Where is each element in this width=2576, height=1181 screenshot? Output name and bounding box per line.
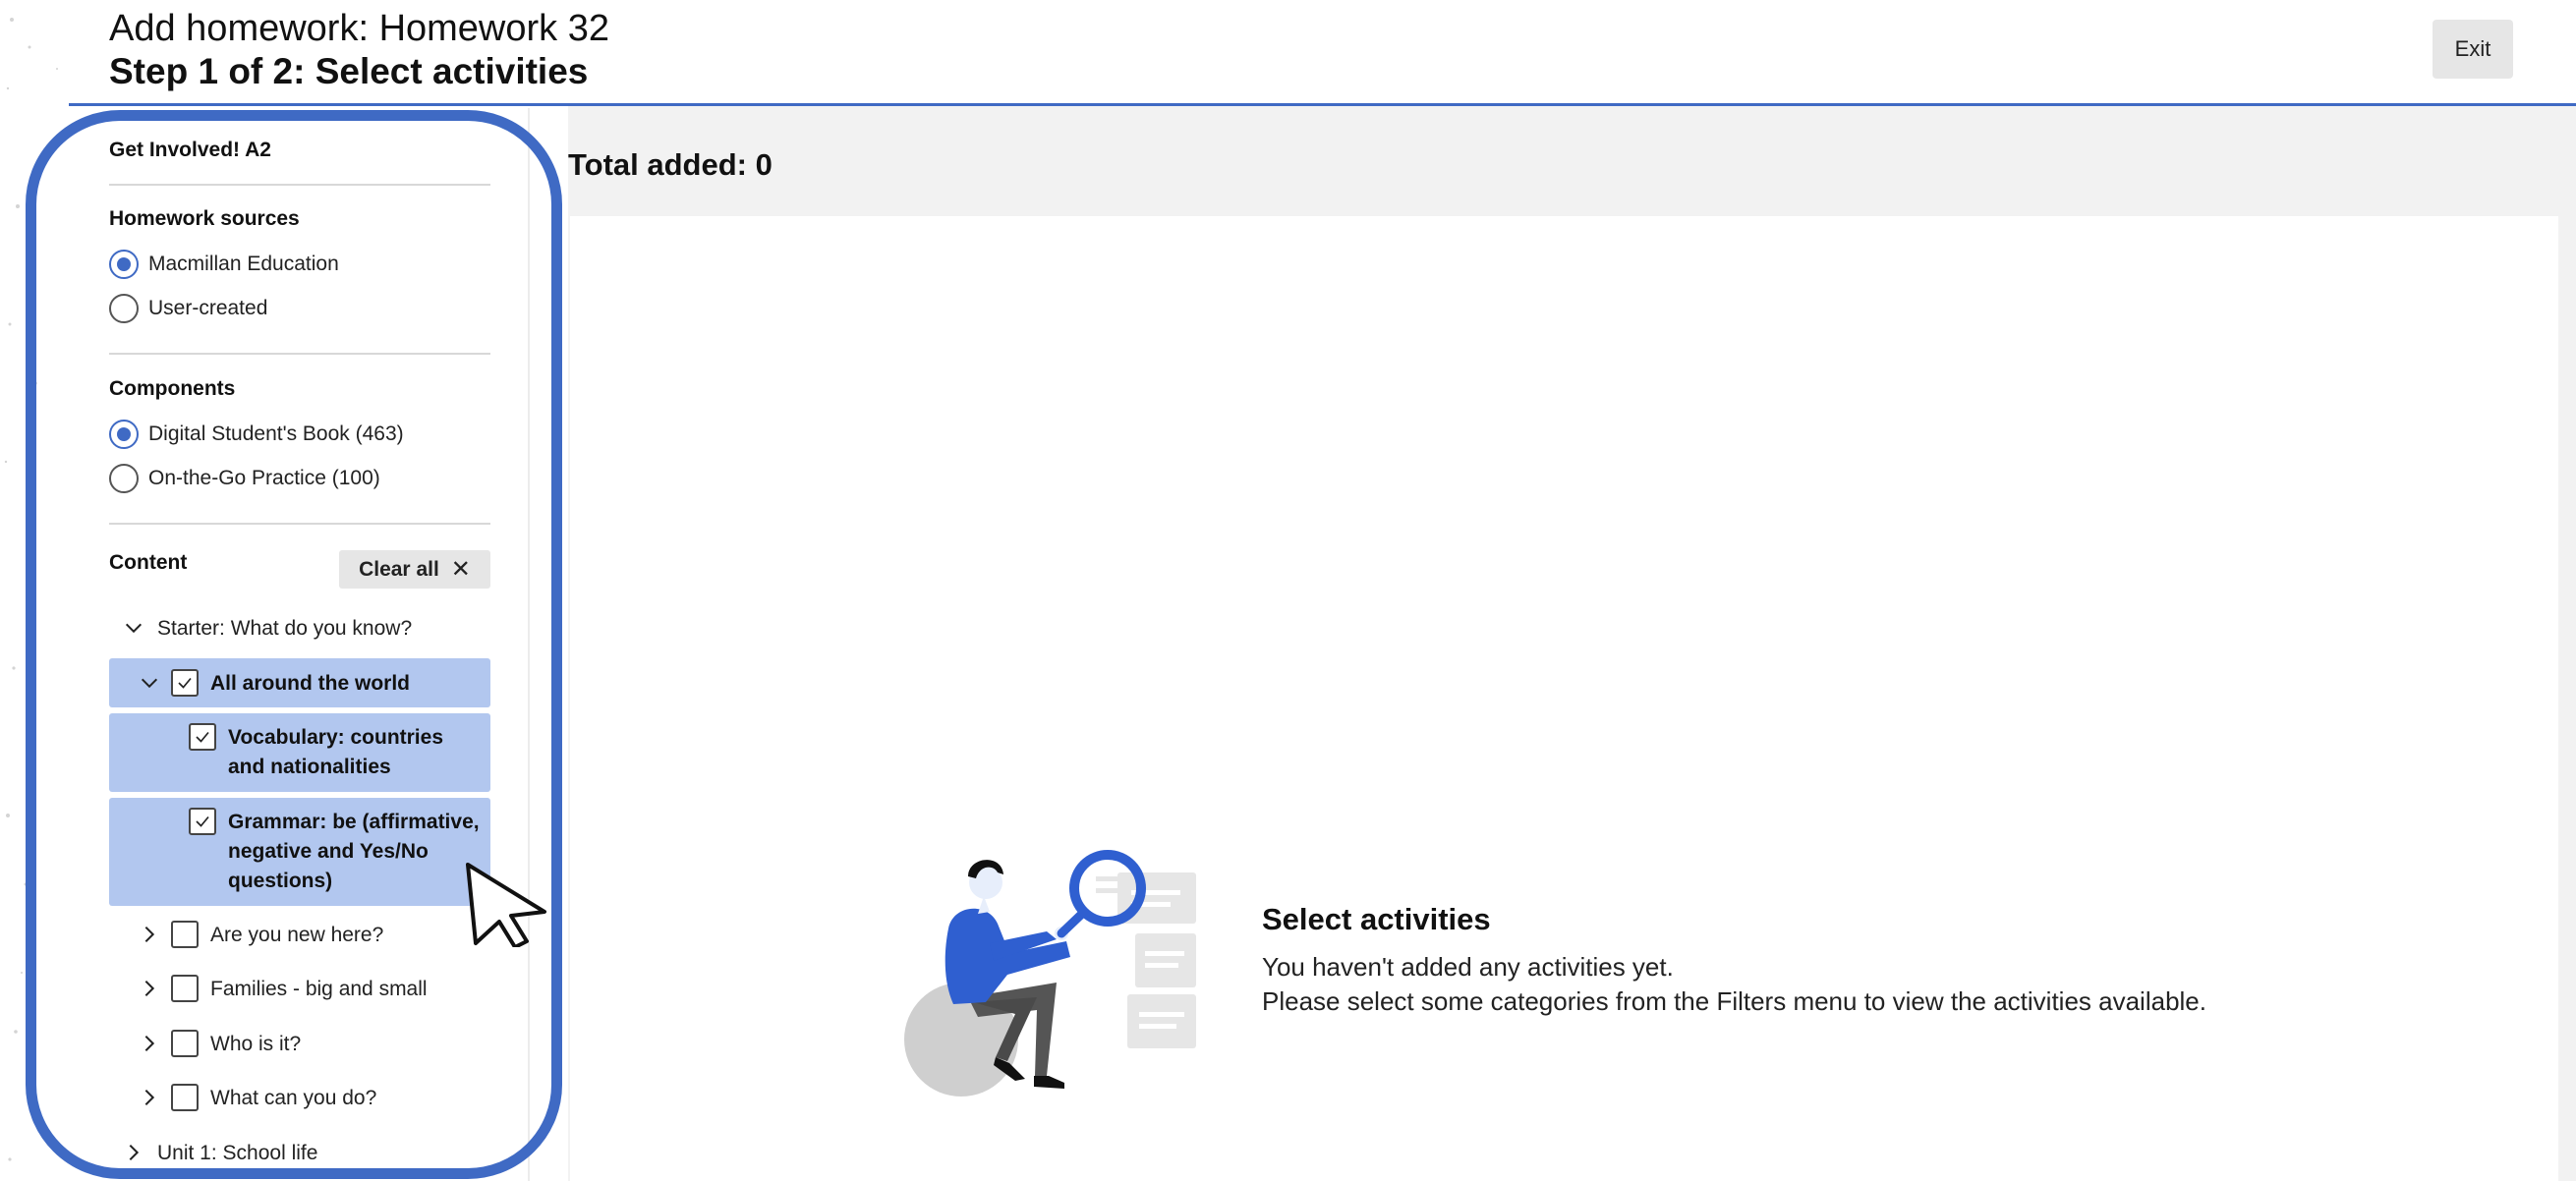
tree-item-label: Unit 1: School life <box>157 1142 318 1164</box>
tree-item-vocabulary[interactable]: Vocabulary: countries and nationalities <box>189 723 484 782</box>
main-header-panel <box>568 106 2576 216</box>
tree-item-starter[interactable]: Starter: What do you know? <box>120 614 412 644</box>
tree-item-label: Starter: What do you know? <box>157 617 413 640</box>
step-title: Step 1 of 2: Select activities <box>109 51 589 91</box>
radio-button[interactable] <box>109 294 139 323</box>
empty-state-hint: Please select some categories from the F… <box>1262 986 2206 1016</box>
tree-item-grammar[interactable]: Grammar: be (affirmative, negative and Y… <box>189 808 484 896</box>
tree-item-what-can-you-do[interactable]: What can you do? <box>136 1084 376 1113</box>
divider <box>109 184 490 186</box>
divider <box>109 353 490 355</box>
main-panel-edge <box>568 216 570 1181</box>
mouse-cursor-icon <box>462 861 550 949</box>
chevron-right-icon[interactable] <box>136 975 163 1002</box>
radio-button[interactable] <box>109 464 139 493</box>
tree-item-label: Vocabulary: countries and nationalities <box>228 726 444 778</box>
checkmark-icon <box>178 677 192 689</box>
chevron-right-icon[interactable] <box>136 1030 163 1057</box>
chevron-right-icon[interactable] <box>120 1139 147 1166</box>
radio-label: User-created <box>148 297 268 319</box>
main-scrollbar-track[interactable] <box>2558 216 2576 1181</box>
clear-all-label: Clear all <box>359 557 439 581</box>
tree-item-are-you-new-here[interactable]: Are you new here? <box>136 921 383 950</box>
page-title: Add homework: Homework 32 <box>109 8 609 49</box>
chevron-right-icon[interactable] <box>136 921 163 948</box>
checkbox[interactable] <box>171 1030 199 1057</box>
chevron-down-icon[interactable] <box>136 669 163 697</box>
radio-label: Macmillan Education <box>148 253 339 275</box>
exit-button[interactable]: Exit <box>2433 20 2513 79</box>
tree-item-label: Who is it? <box>210 1033 302 1055</box>
components-heading: Components <box>109 377 236 400</box>
tree-item-label: Are you new here? <box>210 924 384 946</box>
magnifier-illustration <box>899 835 1204 1100</box>
checkbox[interactable] <box>171 975 199 1002</box>
checkmark-icon <box>196 731 209 743</box>
tree-item-label: What can you do? <box>210 1087 377 1109</box>
radio-button-selected[interactable] <box>109 250 139 279</box>
radio-digital-students-book[interactable]: Digital Student's Book (463) <box>109 420 404 449</box>
tree-item-label: Grammar: be (affirmative, negative and Y… <box>228 811 480 892</box>
radio-button-selected[interactable] <box>109 420 139 449</box>
checkmark-icon <box>196 815 209 827</box>
empty-state-message: You haven't added any activities yet. <box>1262 952 1674 982</box>
clear-all-button[interactable]: Clear all ✕ <box>339 550 490 589</box>
chevron-down-icon[interactable] <box>120 614 147 642</box>
close-icon: ✕ <box>450 556 471 583</box>
page-header: Add homework: Homework 32 Step 1 of 2: S… <box>0 0 2576 106</box>
radio-label: On-the-Go Practice (100) <box>148 467 380 489</box>
tree-item-families[interactable]: Families - big and small <box>136 975 428 1004</box>
homework-sources-heading: Homework sources <box>109 207 300 230</box>
checkbox[interactable] <box>171 1084 199 1111</box>
divider <box>109 523 490 525</box>
tree-item-unit-1[interactable]: Unit 1: School life <box>120 1139 317 1168</box>
checkbox[interactable] <box>171 921 199 948</box>
radio-label: Digital Student's Book (463) <box>148 422 404 445</box>
radio-macmillan-education[interactable]: Macmillan Education <box>109 250 339 279</box>
tree-item-label: All around the world <box>210 672 410 695</box>
checkbox-checked[interactable] <box>189 808 216 835</box>
content-heading: Content <box>109 551 188 574</box>
tree-item-all-around-the-world[interactable]: All around the world <box>136 669 410 699</box>
checkbox-checked[interactable] <box>171 669 199 697</box>
radio-user-created[interactable]: User-created <box>109 294 267 323</box>
tree-item-who-is-it[interactable]: Who is it? <box>136 1030 301 1059</box>
total-added: Total added: 0 <box>568 147 773 182</box>
chevron-right-icon[interactable] <box>136 1084 163 1111</box>
sidebar-scrollbar-track[interactable] <box>528 108 530 1181</box>
tree-item-label: Families - big and small <box>210 978 428 1000</box>
course-name: Get Involved! A2 <box>109 139 271 161</box>
radio-on-the-go-practice[interactable]: On-the-Go Practice (100) <box>109 464 380 493</box>
empty-state-title: Select activities <box>1262 902 1491 936</box>
checkbox-checked[interactable] <box>189 723 216 751</box>
